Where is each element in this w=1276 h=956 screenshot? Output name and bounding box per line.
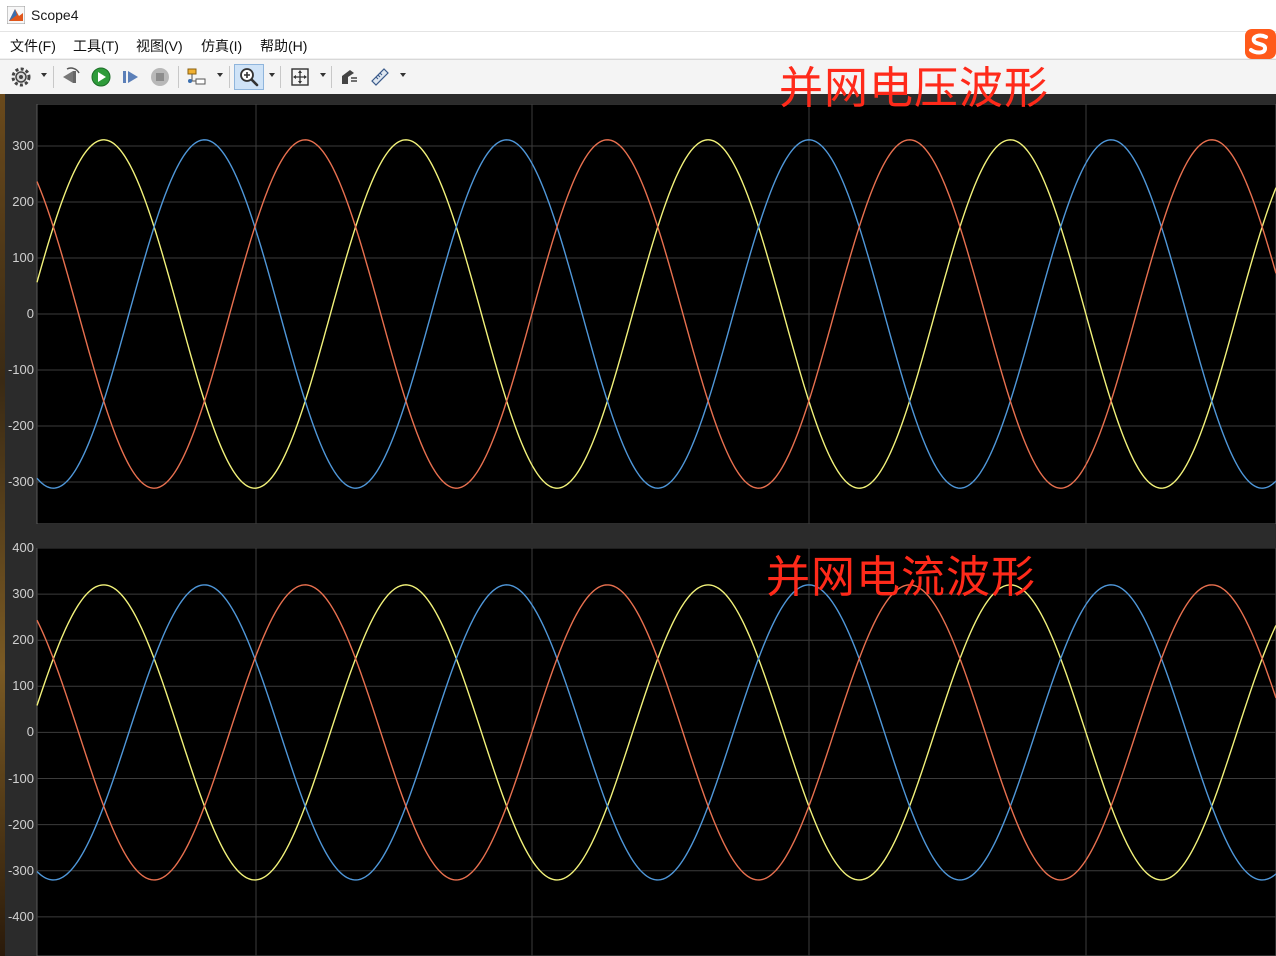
toolbar-separator bbox=[280, 66, 281, 88]
zoom-dropdown-arrow[interactable] bbox=[269, 73, 275, 77]
run-button[interactable] bbox=[88, 64, 114, 90]
gear-icon bbox=[11, 67, 31, 87]
highlight-block-icon bbox=[187, 68, 206, 85]
measurements-icon bbox=[371, 68, 389, 86]
menu-tools[interactable]: 工具(T) bbox=[73, 36, 119, 56]
highlight-dropdown-arrow[interactable] bbox=[217, 73, 223, 77]
window-title: Scope4 bbox=[31, 7, 79, 23]
toolbar-separator bbox=[229, 66, 230, 88]
ytick-label: -400 bbox=[7, 908, 34, 924]
ytick-label: 100 bbox=[12, 678, 34, 694]
menu-view[interactable]: 视图(V) bbox=[136, 36, 183, 56]
menu-help[interactable]: 帮助(H) bbox=[260, 36, 307, 56]
ytick-label: -300 bbox=[7, 862, 34, 878]
run-icon bbox=[91, 67, 111, 87]
stop-button[interactable] bbox=[147, 64, 173, 90]
zoom-in-button[interactable] bbox=[234, 64, 264, 90]
ytick-label: 300 bbox=[12, 586, 34, 602]
voltage-waveform-annotation: 并网电压波形 bbox=[779, 63, 1049, 114]
configuration-button[interactable] bbox=[8, 64, 34, 90]
ytick-label: 300 bbox=[12, 138, 34, 153]
ytick-label: 400 bbox=[12, 540, 34, 555]
measurements-button[interactable] bbox=[367, 64, 393, 90]
voltage-axes[interactable] bbox=[0, 104, 1276, 524]
step-back-icon bbox=[63, 67, 80, 83]
ytick-label: -300 bbox=[7, 474, 34, 489]
fit-axes-icon bbox=[291, 68, 309, 86]
fit-axes-button[interactable] bbox=[287, 64, 313, 90]
toolbar-separator bbox=[178, 66, 179, 88]
ytick-label: -100 bbox=[7, 362, 34, 377]
measurements-dropdown-arrow[interactable] bbox=[400, 73, 406, 77]
signal-selector-button[interactable] bbox=[336, 64, 362, 90]
menu-simulation[interactable]: 仿真(I) bbox=[201, 36, 242, 56]
signal-selector-icon bbox=[342, 70, 357, 84]
window-titlebar: Scope4 bbox=[0, 0, 1276, 32]
stop-icon bbox=[151, 68, 169, 86]
zoom-in-icon bbox=[240, 68, 259, 87]
matlab-app-icon bbox=[7, 6, 25, 24]
current-axes[interactable] bbox=[0, 548, 1276, 956]
menu-file[interactable]: 文件(F) bbox=[10, 36, 56, 56]
ytick-label: -200 bbox=[7, 418, 34, 433]
step-forward-icon bbox=[123, 71, 138, 83]
ytick-label: -100 bbox=[7, 770, 34, 786]
menu-bar: 文件(F) 工具(T) 视图(V) 仿真(I) 帮助(H) bbox=[0, 32, 1276, 58]
ytick-label: 200 bbox=[12, 194, 34, 209]
ytick-label: 200 bbox=[12, 632, 34, 648]
ytick-label: 0 bbox=[26, 306, 34, 321]
toolbar-separator bbox=[331, 66, 332, 88]
fit-axes-dropdown-arrow[interactable] bbox=[320, 73, 326, 77]
configuration-dropdown-arrow[interactable] bbox=[41, 73, 47, 77]
ytick-label: 100 bbox=[12, 250, 34, 265]
ytick-label: 0 bbox=[26, 724, 34, 740]
step-back-button[interactable] bbox=[58, 64, 84, 90]
toolbar-separator bbox=[53, 66, 54, 88]
ytick-label: -200 bbox=[7, 816, 34, 832]
sogou-logo-icon bbox=[1245, 29, 1276, 59]
highlight-block-button[interactable] bbox=[184, 64, 210, 90]
current-waveform-annotation: 并网电流波形 bbox=[766, 552, 1036, 603]
step-forward-button[interactable] bbox=[117, 64, 143, 90]
scope-toolbar bbox=[0, 59, 1276, 95]
